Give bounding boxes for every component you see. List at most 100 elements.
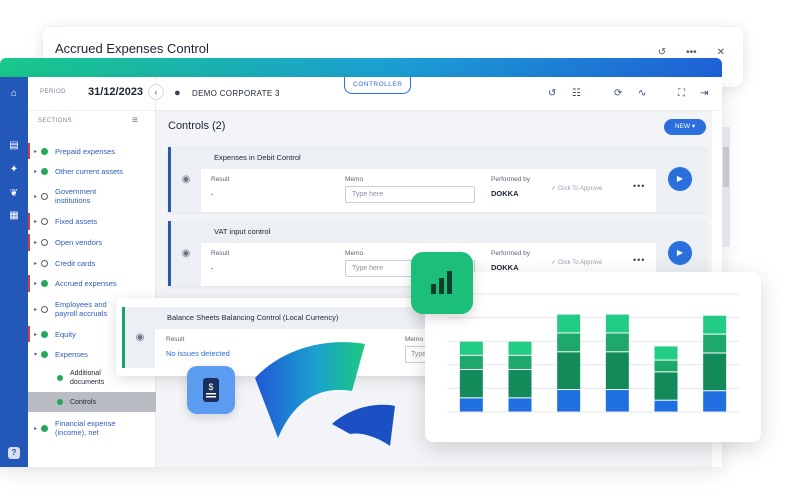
run-control-button[interactable]: ▶ [668,167,692,191]
more-icon[interactable]: ••• [633,255,645,265]
trend-icon[interactable]: ∿ [638,88,646,99]
invoice-badge: $ [187,366,235,414]
eye-icon[interactable]: ◉ [122,307,155,368]
sidebar-item-accrued-expenses[interactable]: ▸ Accrued expenses [28,273,156,294]
chevron-right-icon[interactable]: ▸ [34,260,41,267]
sidebar-item-prepaid-expenses[interactable]: ▸ Prepaid expenses [28,141,156,161]
document-icon[interactable]: ▤ [7,139,21,153]
fullscreen-icon[interactable]: ⛶ [678,88,685,99]
scrollbar[interactable] [722,127,730,247]
approve-button[interactable]: ✓ Click To Approve [551,259,602,266]
bar-segment [508,398,532,412]
chevron-right-icon[interactable]: ▸ [34,218,41,225]
status-done-icon [41,147,48,155]
eye-icon[interactable]: ◉ [171,221,201,286]
role-badge: CONTROLLER [344,77,412,94]
status-done-icon [57,375,63,381]
list-icon[interactable]: ☷ [572,88,581,99]
chevron-right-icon[interactable]: ▸ [34,306,41,313]
new-control-button[interactable]: NEW ▾ [664,119,706,135]
chevron-right-icon[interactable]: ▸ [34,193,41,200]
chevron-right-icon[interactable]: ▸ [34,148,41,155]
sidebar-item-financial-expense[interactable]: ▸ Financial expense (income), net [28,412,156,444]
status-done-icon [41,167,48,175]
status-done-icon [41,350,48,358]
result-value: - [211,190,214,199]
result-label: Result [166,336,185,343]
sidebar-item-open-vendors[interactable]: ▸ Open vendors [28,232,156,253]
refresh-icon[interactable]: ⟳ [614,88,622,99]
run-control-button[interactable]: ▶ [668,241,692,265]
bar-segment [654,372,678,400]
logout-icon[interactable]: ⇥ [700,88,708,99]
bar-segment [654,360,678,372]
status-done-icon [57,399,63,405]
bar-segment [557,333,581,352]
sidebar-subitem-controls[interactable]: Controls [28,392,156,412]
memo-label: Memo [345,176,364,183]
history-icon[interactable]: ↺ [658,47,666,58]
result-value: No issues detected [166,349,230,358]
history-icon[interactable]: ↺ [548,88,556,99]
bar-segment [605,352,629,390]
chevron-right-icon[interactable]: ▸ [34,280,41,287]
brand-gradient-strip [0,58,722,78]
handshake-icon[interactable]: ❦ [7,187,21,201]
chevron-right-icon[interactable]: ▸ [34,168,41,175]
bar-segment [459,355,483,370]
sidebar-item-fixed-assets[interactable]: ▸ Fixed assets [28,211,156,232]
period-label: PERIOD [40,89,67,95]
control-title: Expenses in Debit Control [201,147,656,169]
eye-icon[interactable]: ◉ [171,147,201,212]
bar-segment [557,390,581,412]
approve-button[interactable]: ✓ Click To Approve [551,185,602,192]
bar-segment [459,398,483,412]
performed-by-value: DOKKA [491,263,519,272]
more-icon[interactable]: ••• [633,181,645,191]
bar-segment [557,314,581,333]
stage: Accrued Expenses Control ↺ ••• ✕ ⌂ ▤ ✦ ❦… [0,0,796,501]
period-value[interactable]: 31/12/2023 [88,86,143,98]
bar-segment [703,315,727,334]
bar-segment [508,341,532,355]
help-icon[interactable]: ? [8,447,20,459]
more-icon[interactable]: ••• [686,47,697,58]
filter-icon[interactable]: ≡ [132,115,138,126]
memo-input[interactable]: Type here [345,186,475,203]
attention-flag [28,234,30,251]
spreadsheet-icon[interactable]: ▦ [7,209,21,223]
status-done-icon [41,424,48,432]
attention-flag [28,143,30,159]
bar-segment [703,353,727,391]
bar-segment [605,390,629,412]
chevron-right-icon[interactable]: ▸ [34,331,41,338]
chevron-down-icon[interactable]: ▾ [34,351,41,358]
stacked-bar-chart [447,293,739,413]
chevron-right-icon[interactable]: ▸ [34,425,41,432]
home-icon[interactable]: ⌂ [7,87,21,101]
sidebar-item-government-institutions[interactable]: ▸ Government institutions [28,181,156,211]
sidebar-item-other-current-assets[interactable]: ▸ Other current assets [28,161,156,181]
collapse-sidebar-button[interactable]: ‹ [148,84,164,100]
bar-chart-icon [431,271,452,294]
status-open-icon [41,239,48,246]
page-title: Controls (2) [168,120,226,132]
company-name[interactable]: DEMO CORPORATE 3 [192,89,280,98]
period-selector[interactable]: PERIOD 31/12/2023 [28,77,156,111]
bar-segment [703,391,727,412]
performed-by-value: DOKKA [491,189,519,198]
scrollbar-thumb[interactable] [723,147,729,187]
bar-segment [459,370,483,398]
status-open-icon [41,305,48,313]
sections-list: ▸ Prepaid expenses ▸ Other current asset… [28,141,156,444]
bar-segment [605,314,629,333]
bar-segment [508,370,532,398]
close-icon[interactable]: ✕ [717,47,725,58]
network-icon[interactable]: ✦ [7,163,21,177]
result-label: Result [211,176,230,183]
sidebar-item-credit-cards[interactable]: ▸ Credit cards [28,253,156,273]
bar-segment [654,346,678,360]
chevron-right-icon[interactable]: ▸ [34,239,41,246]
bar-segment [459,341,483,355]
status-open-icon [41,192,48,200]
